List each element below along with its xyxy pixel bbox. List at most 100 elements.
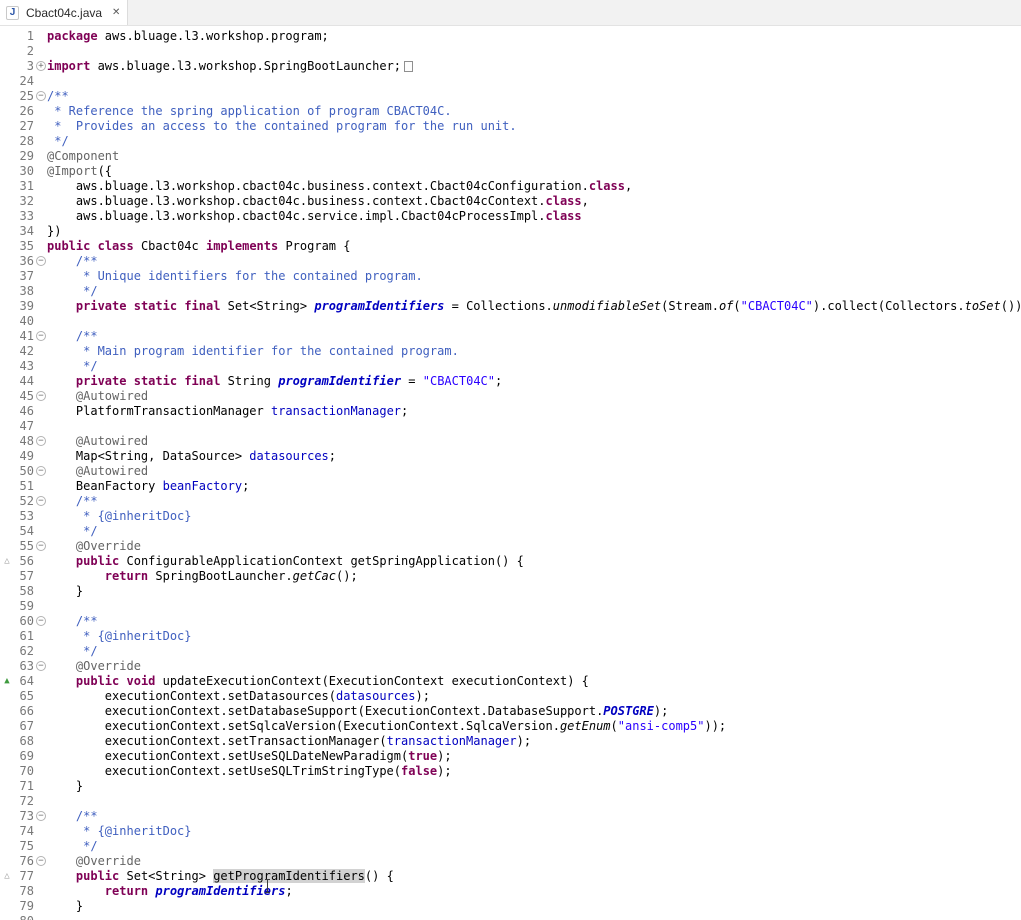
code-text[interactable]: }) <box>47 224 1021 239</box>
annotation-ruler-cell <box>0 104 14 119</box>
code-text[interactable]: /** <box>47 89 1021 104</box>
line-number: 75 <box>14 839 34 854</box>
code-text[interactable]: @Override <box>47 854 1021 869</box>
code-text[interactable]: * {@inheritDoc} <box>47 509 1021 524</box>
line-number: 40 <box>14 314 34 329</box>
code-text[interactable] <box>47 74 1021 89</box>
code-text[interactable]: */ <box>47 284 1021 299</box>
code-text[interactable]: @Autowired <box>47 389 1021 404</box>
code-text[interactable]: */ <box>47 524 1021 539</box>
code-text[interactable]: executionContext.setUseSQLDateNewParadig… <box>47 749 1021 764</box>
code-text[interactable]: PlatformTransactionManager transactionMa… <box>47 404 1021 419</box>
fold-expand-icon[interactable]: + <box>36 61 46 71</box>
code-text[interactable]: */ <box>47 134 1021 149</box>
code-text[interactable]: * {@inheritDoc} <box>47 629 1021 644</box>
code-text[interactable]: executionContext.setDatabaseSupport(Exec… <box>47 704 1021 719</box>
code-editor[interactable]: 1package aws.bluage.l3.workshop.program;… <box>0 26 1021 920</box>
code-text[interactable] <box>47 794 1021 809</box>
fold-collapse-icon[interactable]: − <box>36 466 46 476</box>
annotation-ruler-cell <box>0 149 14 164</box>
code-text[interactable]: */ <box>47 644 1021 659</box>
code-text[interactable]: BeanFactory beanFactory; <box>47 479 1021 494</box>
fold-collapse-icon[interactable]: − <box>36 856 46 866</box>
annotation-ruler-cell <box>0 254 14 269</box>
code-text[interactable]: @Override <box>47 539 1021 554</box>
fold-collapse-icon[interactable]: − <box>36 811 46 821</box>
fold-collapse-icon[interactable]: − <box>36 391 46 401</box>
code-text[interactable]: aws.bluage.l3.workshop.cbact04c.business… <box>47 179 1021 194</box>
fold-collapse-icon[interactable]: − <box>36 541 46 551</box>
code-text[interactable]: public void updateExecutionContext(Execu… <box>47 674 1021 689</box>
code-text[interactable]: package aws.bluage.l3.workshop.program; <box>47 29 1021 44</box>
line-number: 55 <box>14 539 34 554</box>
code-text[interactable]: executionContext.setDatasources(datasour… <box>47 689 1021 704</box>
annotation-ruler-cell <box>0 749 14 764</box>
code-text[interactable]: aws.bluage.l3.workshop.cbact04c.service.… <box>47 209 1021 224</box>
code-text[interactable]: * Provides an access to the contained pr… <box>47 119 1021 134</box>
code-line: 61 * {@inheritDoc} <box>0 629 1021 644</box>
overrides-marker-icon[interactable]: △ <box>0 869 14 884</box>
code-text[interactable]: executionContext.setSqlcaVersion(Executi… <box>47 719 1021 734</box>
fold-gutter <box>34 584 47 599</box>
code-text[interactable]: @Autowired <box>47 464 1021 479</box>
code-text[interactable]: } <box>47 899 1021 914</box>
code-text[interactable]: return SpringBootLauncher.getCac(); <box>47 569 1021 584</box>
code-text[interactable]: import aws.bluage.l3.workshop.SpringBoot… <box>47 59 1021 74</box>
code-text[interactable] <box>47 419 1021 434</box>
fold-collapse-icon[interactable]: − <box>36 616 46 626</box>
code-text[interactable]: executionContext.setTransactionManager(t… <box>47 734 1021 749</box>
code-text[interactable]: } <box>47 779 1021 794</box>
fold-gutter <box>34 764 47 779</box>
code-text[interactable]: @Component <box>47 149 1021 164</box>
code-text[interactable]: public Set<String> getProgramIdentifiers… <box>47 869 1021 884</box>
code-text[interactable]: * Reference the spring application of pr… <box>47 104 1021 119</box>
code-text[interactable]: return programIdentifiers; <box>47 884 1021 899</box>
code-line: 3+import aws.bluage.l3.workshop.SpringBo… <box>0 59 1021 74</box>
code-text[interactable]: public class Cbact04c implements Program… <box>47 239 1021 254</box>
fold-collapse-icon[interactable]: − <box>36 91 46 101</box>
fold-gutter <box>34 74 47 89</box>
code-text[interactable]: @Import({ <box>47 164 1021 179</box>
code-text[interactable]: * Unique identifiers for the contained p… <box>47 269 1021 284</box>
code-text[interactable]: /** <box>47 809 1021 824</box>
code-text[interactable]: Map<String, DataSource> datasources; <box>47 449 1021 464</box>
code-text[interactable]: /** <box>47 329 1021 344</box>
overrides-marker-icon[interactable]: △ <box>0 554 14 569</box>
code-text[interactable] <box>47 914 1021 920</box>
code-line: 43 */ <box>0 359 1021 374</box>
code-text[interactable]: aws.bluage.l3.workshop.cbact04c.business… <box>47 194 1021 209</box>
line-number: 25 <box>14 89 34 104</box>
annotation-ruler-cell <box>0 809 14 824</box>
code-text[interactable]: */ <box>47 839 1021 854</box>
code-text[interactable]: @Override <box>47 659 1021 674</box>
code-text[interactable] <box>47 314 1021 329</box>
fold-collapse-icon[interactable]: − <box>36 496 46 506</box>
code-text[interactable]: private static final Set<String> program… <box>47 299 1021 314</box>
tab-cbact04c-java[interactable]: J Cbact04c.java ✕ <box>0 0 128 25</box>
code-text[interactable] <box>47 44 1021 59</box>
code-text[interactable]: } <box>47 584 1021 599</box>
implements-marker-icon[interactable]: ▲ <box>0 674 14 689</box>
code-text[interactable]: */ <box>47 359 1021 374</box>
code-text[interactable]: /** <box>47 494 1021 509</box>
code-text[interactable]: /** <box>47 254 1021 269</box>
fold-collapse-icon[interactable]: − <box>36 256 46 266</box>
tab-close-icon[interactable]: ✕ <box>109 7 120 18</box>
code-text[interactable] <box>47 599 1021 614</box>
code-text[interactable]: executionContext.setUseSQLTrimStringType… <box>47 764 1021 779</box>
code-text[interactable]: public ConfigurableApplicationContext ge… <box>47 554 1021 569</box>
code-text[interactable]: * {@inheritDoc} <box>47 824 1021 839</box>
folded-region-icon[interactable] <box>404 61 413 72</box>
line-number: 65 <box>14 689 34 704</box>
annotation-ruler-cell <box>0 449 14 464</box>
fold-gutter <box>34 869 47 884</box>
fold-collapse-icon[interactable]: − <box>36 331 46 341</box>
fold-collapse-icon[interactable]: − <box>36 436 46 446</box>
code-text[interactable]: * Main program identifier for the contai… <box>47 344 1021 359</box>
fold-collapse-icon[interactable]: − <box>36 661 46 671</box>
code-text[interactable]: /** <box>47 614 1021 629</box>
code-text[interactable]: @Autowired <box>47 434 1021 449</box>
annotation-ruler-cell <box>0 239 14 254</box>
fold-gutter: − <box>34 89 47 104</box>
code-text[interactable]: private static final String programIdent… <box>47 374 1021 389</box>
